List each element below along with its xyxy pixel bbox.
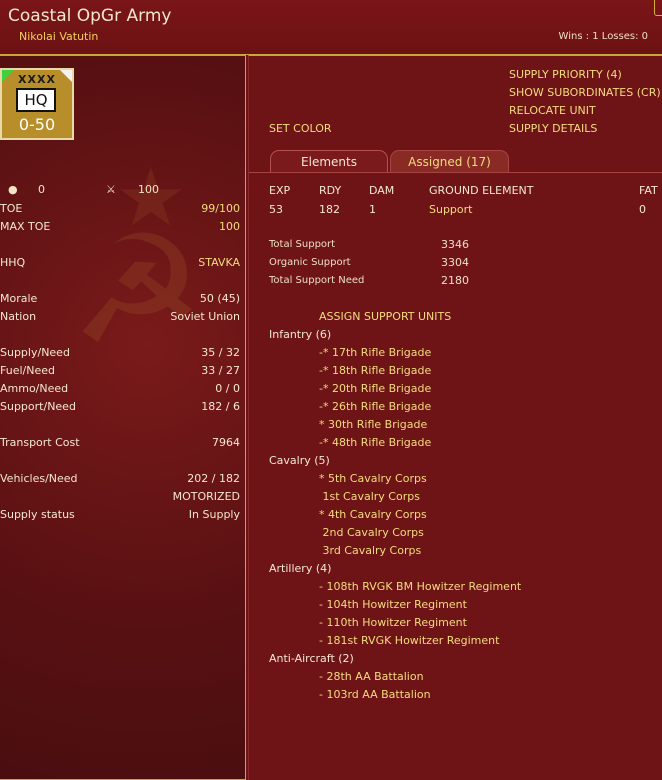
stat-value: 7964: [212, 436, 240, 449]
stat-row: Support/Need 182 / 6: [0, 400, 240, 416]
summary-right-value: 100: [138, 183, 159, 196]
element-rdy: 182: [319, 203, 340, 216]
column-header-dam: DAM: [369, 184, 395, 197]
column-header-ground-element: GROUND ELEMENT: [429, 184, 534, 197]
stat-value: 50 (45): [199, 292, 240, 305]
stat-label: MAX TOE: [0, 220, 51, 233]
support-unit-item[interactable]: -* 48th Rifle Brigade: [319, 436, 431, 449]
stat-label: Supply status: [0, 508, 75, 521]
total-support-label: Total Support: [269, 239, 336, 250]
unit-strength: 0-50: [18, 115, 56, 134]
stat-row: Transport Cost 7964: [0, 436, 240, 452]
drop-icon: ●: [8, 183, 18, 196]
crossed-swords-icon: ⚔: [106, 183, 116, 196]
stat-label: Vehicles/Need: [0, 472, 78, 485]
stat-row: Vehicles/Need 202 / 182: [0, 472, 240, 488]
support-unit-item[interactable]: - 108th RVGK BM Howitzer Regiment: [319, 580, 521, 593]
stat-value[interactable]: STAVKA: [198, 256, 240, 269]
column-header-exp: EXP: [269, 184, 291, 197]
category-anti-aircraft: Anti-Aircraft (2): [269, 652, 354, 665]
win-loss-record: Wins : 1 Losses: 0: [558, 31, 648, 42]
support-unit-item[interactable]: -* 26th Rifle Brigade: [319, 400, 431, 413]
organic-support-value: 3304: [441, 256, 469, 269]
stat-value: 182 / 6: [201, 400, 240, 413]
support-unit-item[interactable]: - 103rd AA Battalion: [319, 688, 431, 701]
stat-label: TOE: [0, 202, 23, 215]
supply-priority-button[interactable]: SUPPLY PRIORITY (4): [509, 68, 622, 81]
category-artillery: Artillery (4): [269, 562, 332, 575]
total-support-need-label: Total Support Need: [269, 275, 365, 286]
relocate-unit-button[interactable]: RELOCATE UNIT: [509, 104, 596, 117]
category-cavalry: Cavalry (5): [269, 454, 330, 467]
tab-divider: [249, 172, 662, 173]
support-unit-item[interactable]: 2nd Cavalry Corps: [319, 526, 423, 539]
supply-details-button[interactable]: SUPPLY DETAILS: [509, 122, 597, 135]
support-unit-item[interactable]: * 5th Cavalry Corps: [319, 472, 427, 485]
support-unit-item[interactable]: 3rd Cavalry Corps: [319, 544, 421, 557]
stat-row[interactable]: HHQ STAVKA: [0, 256, 240, 272]
stat-value: 99/100: [201, 202, 240, 215]
stat-label: Transport Cost: [0, 436, 80, 449]
support-unit-item[interactable]: - 181st RVGK Howitzer Regiment: [319, 634, 499, 647]
column-header-rdy: RDY: [319, 184, 342, 197]
support-unit-item[interactable]: -* 18th Rifle Brigade: [319, 364, 431, 377]
tab-elements[interactable]: Elements: [270, 150, 388, 172]
stat-label: Ammo/Need: [0, 382, 69, 395]
element-name[interactable]: Support: [429, 203, 472, 216]
show-subordinates-button[interactable]: SHOW SUBORDINATES (CR): [509, 86, 661, 99]
stat-value: 35 / 32: [201, 346, 240, 359]
stat-row: Supply/Need 35 / 32: [0, 346, 240, 362]
stat-row: TOE 99/100: [0, 202, 240, 218]
unit-details-panel: SUPPLY PRIORITY (4) SHOW SUBORDINATES (C…: [248, 55, 662, 780]
stat-value: 100: [219, 220, 240, 233]
stat-row: Supply status In Supply: [0, 508, 240, 524]
commander-name[interactable]: Nikolai Vatutin: [19, 30, 98, 43]
support-unit-item[interactable]: 1st Cavalry Corps: [319, 490, 419, 503]
stat-row: Ammo/Need 0 / 0: [0, 382, 240, 398]
stat-label: Nation: [0, 310, 37, 323]
unit-size-label: XXXX: [18, 73, 56, 86]
title-bar: Coastal OpGr Army Nikolai Vatutin Wins :…: [0, 0, 662, 55]
stat-value: Soviet Union: [170, 310, 240, 323]
element-dam: 1: [369, 203, 376, 216]
summary-left-value: 0: [38, 183, 45, 196]
stat-label: Fuel/Need: [0, 364, 55, 377]
support-unit-item[interactable]: - 28th AA Battalion: [319, 670, 424, 683]
stat-label: HHQ: [0, 256, 26, 269]
organic-support-label: Organic Support: [269, 257, 351, 268]
stat-label: Support/Need: [0, 400, 76, 413]
assign-support-units-button[interactable]: ASSIGN SUPPORT UNITS: [319, 310, 451, 323]
window-corner-button[interactable]: [654, 0, 662, 16]
element-fat: 0: [639, 203, 646, 216]
stat-value: 33 / 27: [201, 364, 240, 377]
stat-row: MOTORIZED: [0, 490, 240, 506]
stat-row: MAX TOE 100: [0, 220, 240, 236]
tab-assigned[interactable]: Assigned (17): [390, 150, 509, 172]
support-unit-item[interactable]: -* 20th Rifle Brigade: [319, 382, 431, 395]
unit-counter[interactable]: XXXX HQ 0-50: [0, 68, 74, 140]
stat-value: 202 / 182: [187, 472, 240, 485]
stat-row: Fuel/Need 33 / 27: [0, 364, 240, 380]
set-color-button[interactable]: SET COLOR: [269, 122, 332, 135]
total-support-value: 3346: [441, 238, 469, 251]
stat-label: Morale: [0, 292, 38, 305]
element-exp: 53: [269, 203, 283, 216]
support-unit-item[interactable]: * 4th Cavalry Corps: [319, 508, 427, 521]
stat-label: Supply/Need: [0, 346, 70, 359]
support-unit-item[interactable]: * 30th Rifle Brigade: [319, 418, 427, 431]
stat-row: Nation Soviet Union: [0, 310, 240, 326]
stat-row: Morale 50 (45): [0, 292, 240, 308]
category-infantry: Infantry (6): [269, 328, 332, 341]
stat-value: In Supply: [188, 508, 240, 521]
unit-name: Coastal OpGr Army: [8, 6, 172, 26]
support-unit-item[interactable]: - 110th Howitzer Regiment: [319, 616, 467, 629]
hq-symbol: HQ: [16, 88, 56, 112]
support-unit-item[interactable]: -* 17th Rifle Brigade: [319, 346, 431, 359]
movement-type: MOTORIZED: [172, 490, 240, 503]
unit-stats-panel: ★ ☭ XXXX HQ 0-50 ● 0 ⚔ 100 TOE 99/100 MAX…: [0, 55, 246, 780]
stat-value: 0 / 0: [215, 382, 240, 395]
column-header-fat: FAT: [639, 184, 658, 197]
total-support-need-value: 2180: [441, 274, 469, 287]
support-unit-item[interactable]: - 104th Howitzer Regiment: [319, 598, 467, 611]
